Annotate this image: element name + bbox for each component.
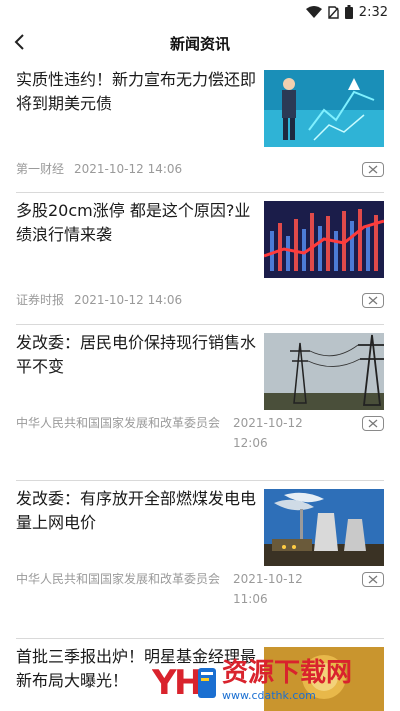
news-time: 2021-10-12 14:06: [74, 162, 183, 176]
no-sim-icon: [328, 5, 339, 19]
news-item[interactable]: 多股20cm涨停 都是这个原因?业绩浪行情来袭 证券时报 2021-10-12 …: [16, 193, 384, 325]
status-bar: 2:32: [0, 0, 400, 24]
close-icon: [368, 575, 378, 584]
news-headline[interactable]: 实质性违约！新力宣布无力偿还即将到期美元债: [16, 68, 256, 116]
wifi-icon: [305, 6, 322, 18]
watermark: Y H 资源下载网 www.cdathk.com: [152, 650, 400, 711]
close-icon: [368, 165, 378, 174]
news-meta: 第一财经 2021-10-12 14:06: [16, 159, 182, 179]
news-meta: 中华人民共和国国家发展和改革委员会 2021-10-12 11:06: [16, 569, 313, 609]
news-feed[interactable]: 实质性违约！新力宣布无力偿还即将到期美元债 第一财经 2021-10-12 14…: [0, 62, 400, 711]
dismiss-button[interactable]: [362, 416, 384, 431]
news-item[interactable]: 实质性违约！新力宣布无力偿还即将到期美元债 第一财经 2021-10-12 14…: [16, 62, 384, 193]
dismiss-button[interactable]: [362, 572, 384, 587]
status-time: 2:32: [358, 4, 388, 20]
news-item[interactable]: 发改委：有序放开全部燃煤发电电量上网电价 中华人民共和国国家发展和改革委员会 2…: [16, 481, 384, 639]
page-title: 新闻资讯: [169, 34, 230, 53]
app-header: 新闻资讯: [0, 24, 400, 62]
watermark-logo: Y H: [152, 663, 216, 703]
news-source: 中华人民共和国国家发展和改革委员会: [16, 416, 221, 430]
watermark-url: www.cdathk.com: [222, 689, 316, 702]
news-thumbnail[interactable]: [264, 333, 384, 410]
news-source: 证券时报: [16, 293, 65, 307]
news-time: 2021-10-12 11:06: [233, 572, 303, 606]
news-meta: 中华人民共和国国家发展和改革委员会 2021-10-12 12:06: [16, 413, 313, 453]
dismiss-button[interactable]: [362, 162, 384, 177]
news-headline[interactable]: 发改委：有序放开全部燃煤发电电量上网电价: [16, 487, 256, 535]
news-item[interactable]: 发改委：居民电价保持现行销售水平不变 中华人民共和国国家发展和改革委员会 202…: [16, 325, 384, 481]
news-meta: 证券时报 2021-10-12 14:06: [16, 290, 182, 310]
news-thumbnail[interactable]: [264, 201, 384, 278]
news-time: 2021-10-12 12:06: [233, 416, 303, 450]
news-source: 第一财经: [16, 162, 65, 176]
news-headline[interactable]: 发改委：居民电价保持现行销售水平不变: [16, 331, 256, 379]
back-button[interactable]: [8, 30, 32, 54]
chevron-left-icon: [14, 34, 24, 50]
close-icon: [368, 419, 378, 428]
close-icon: [368, 296, 378, 305]
news-thumbnail[interactable]: [264, 70, 384, 147]
news-source: 中华人民共和国国家发展和改革委员会: [16, 572, 221, 586]
news-headline[interactable]: 多股20cm涨停 都是这个原因?业绩浪行情来袭: [16, 199, 256, 247]
watermark-brand: 资源下载网: [222, 658, 353, 688]
news-thumbnail[interactable]: [264, 489, 384, 566]
news-time: 2021-10-12 14:06: [74, 293, 183, 307]
battery-icon: [344, 5, 353, 19]
dismiss-button[interactable]: [362, 293, 384, 308]
